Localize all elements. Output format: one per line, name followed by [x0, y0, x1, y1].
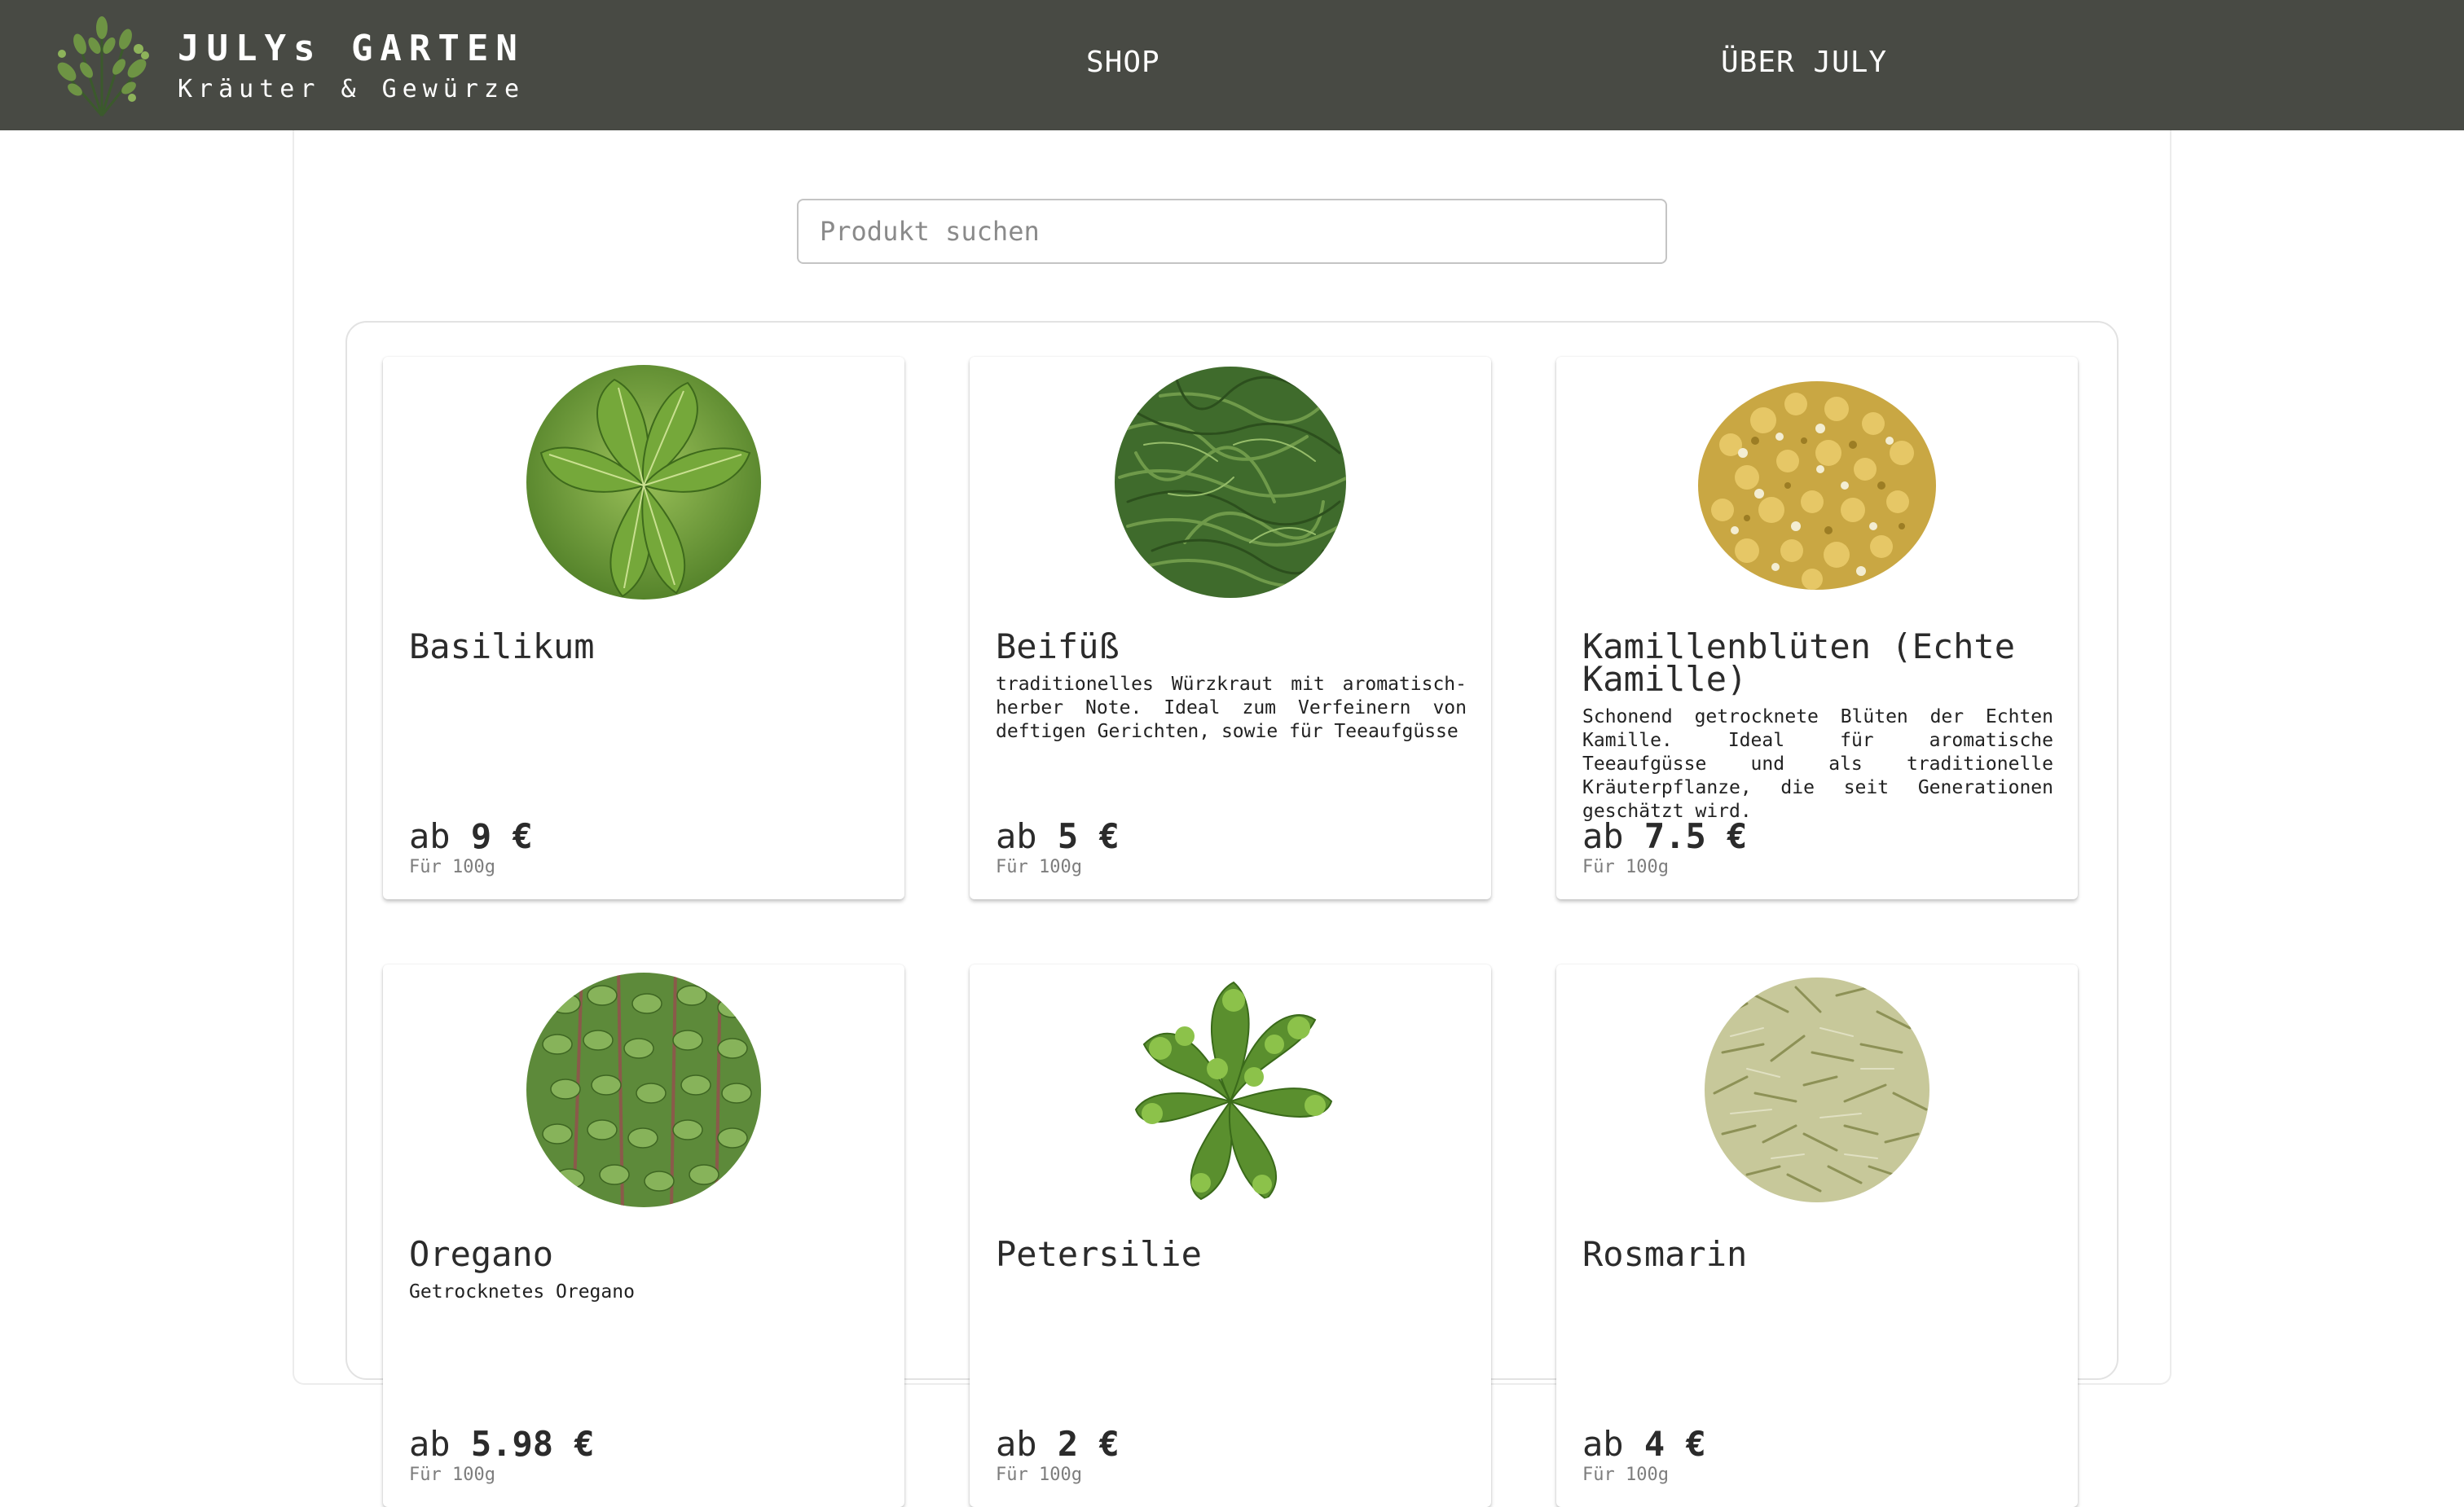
product-card[interactable]: Kamillenblüten (Echte Kamille) Schonend … — [1556, 357, 2078, 899]
mugwort-image[interactable] — [1111, 363, 1349, 601]
product-name: Rosmarin — [1582, 1234, 1748, 1274]
product-price: ab 2 € — [996, 1424, 1120, 1464]
price-unit: Für 100g — [1582, 857, 1669, 877]
product-name: Oregano — [409, 1234, 554, 1274]
price-amount: 4 € — [1643, 1424, 1706, 1464]
price-amount: 7.5 € — [1643, 816, 1748, 856]
product-card[interactable]: Beifüß traditionelles Würzkraut mit arom… — [970, 357, 1491, 899]
price-prefix: ab — [996, 816, 1037, 856]
price-amount: 9 € — [470, 816, 533, 856]
price-amount: 2 € — [1057, 1424, 1120, 1464]
search-input[interactable] — [797, 199, 1667, 264]
product-grid: Basilikum ab 9 € Für 100g Beifüß traditi… — [345, 321, 2119, 1507]
brand-title[interactable]: JULYs GARTEN — [178, 28, 525, 69]
price-amount: 5.98 € — [470, 1424, 595, 1464]
price-prefix: ab — [996, 1424, 1037, 1464]
price-amount: 5 € — [1057, 816, 1120, 856]
product-price: ab 5.98 € — [409, 1424, 595, 1464]
product-price: ab 7.5 € — [1582, 816, 1747, 856]
nav-shop[interactable]: SHOP — [1086, 46, 1160, 79]
product-name: Beifüß — [996, 626, 1120, 666]
product-card[interactable]: Rosmarin ab 4 € Für 100g — [1556, 964, 2078, 1507]
brand-subtitle: Kräuter & Gewürze — [178, 75, 526, 103]
product-description: Schonend getrocknete Blüten der Echten K… — [1582, 706, 2053, 822]
product-name: Kamillenblüten (Echte Kamille) — [1582, 626, 2016, 699]
price-unit: Für 100g — [409, 857, 495, 877]
rosemary-image[interactable] — [1698, 971, 1936, 1209]
price-prefix: ab — [409, 1424, 451, 1464]
oregano-image[interactable] — [525, 971, 763, 1209]
product-card[interactable]: Petersilie ab 2 € Für 100g — [970, 964, 1491, 1507]
chamomile-image[interactable] — [1698, 363, 1936, 601]
price-unit: Für 100g — [996, 1465, 1082, 1485]
nav-about-july[interactable]: ÜBER JULY — [1721, 46, 1887, 79]
price-unit: Für 100g — [409, 1465, 495, 1485]
price-prefix: ab — [409, 816, 451, 856]
site-header: JULYs GARTEN Kräuter & Gewürze SHOP ÜBER… — [0, 0, 2464, 130]
product-card[interactable]: Oregano Getrocknetes Oregano ab 5.98 € F… — [383, 964, 904, 1507]
product-description: Getrocknetes Oregano — [409, 1281, 635, 1303]
price-prefix: ab — [1582, 816, 1624, 856]
product-price: ab 5 € — [996, 816, 1120, 856]
price-unit: Für 100g — [996, 857, 1082, 877]
product-card[interactable]: Basilikum ab 9 € Für 100g — [383, 357, 904, 899]
product-name: Petersilie — [996, 1234, 1202, 1274]
product-price: ab 9 € — [409, 816, 533, 856]
herbs-logo-icon[interactable] — [51, 13, 153, 117]
product-description: traditionelles Würzkraut mit aromatisch-… — [996, 674, 1467, 742]
basil-image[interactable] — [525, 363, 763, 601]
parsley-image[interactable] — [1111, 971, 1349, 1209]
product-price: ab 4 € — [1582, 1424, 1706, 1464]
price-prefix: ab — [1582, 1424, 1624, 1464]
price-unit: Für 100g — [1582, 1465, 1669, 1485]
product-name: Basilikum — [409, 626, 595, 666]
